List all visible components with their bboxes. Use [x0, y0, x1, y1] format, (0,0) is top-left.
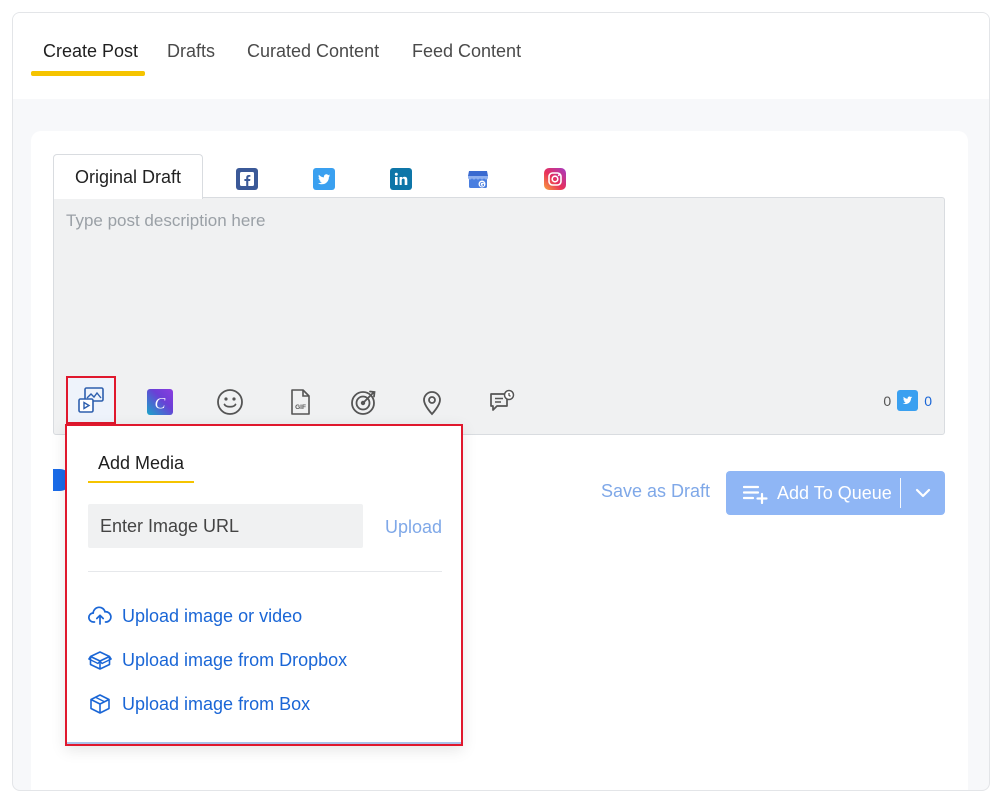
google-business-icon[interactable]: G: [467, 168, 489, 190]
top-nav: Create Post Drafts Curated Content Feed …: [13, 13, 989, 99]
upload-image-or-video[interactable]: Upload image or video: [88, 605, 302, 627]
chevron-down-icon[interactable]: [913, 483, 933, 503]
dropbox-icon: [88, 651, 112, 670]
linkedin-icon[interactable]: [390, 168, 412, 190]
box-icon: [90, 694, 110, 714]
upload-from-box-label: Upload image from Box: [122, 693, 311, 714]
active-tab-indicator: [31, 71, 145, 76]
upload-image-or-video-label: Upload image or video: [122, 605, 303, 626]
save-as-draft-button[interactable]: Save as Draft: [601, 481, 710, 502]
upload-from-dropbox[interactable]: Upload image from Dropbox: [88, 649, 347, 671]
tab-feed-content[interactable]: Feed Content: [412, 41, 521, 62]
comment-schedule-button[interactable]: [484, 384, 520, 420]
gif-button[interactable]: GIF: [282, 384, 318, 420]
add-to-queue-label: Add To Queue: [777, 482, 892, 503]
location-button[interactable]: [414, 384, 450, 420]
add-to-queue-button[interactable]: Add To Queue: [726, 471, 945, 515]
targeting-button[interactable]: [346, 384, 382, 420]
emoji-icon: [217, 389, 243, 415]
dropdown-separator: [88, 571, 442, 572]
svg-text:GIF: GIF: [295, 404, 306, 411]
media-icon: [78, 387, 104, 413]
char-count: 0: [883, 392, 892, 409]
dropdown-bottom-border: [67, 742, 461, 744]
canva-button[interactable]: C: [142, 384, 178, 420]
svg-text:C: C: [155, 396, 166, 413]
facebook-icon[interactable]: [236, 168, 258, 190]
upload-from-dropbox-label: Upload image from Dropbox: [122, 649, 348, 670]
post-description-placeholder: Type post description here: [66, 211, 266, 230]
canva-icon: C: [147, 389, 173, 415]
tab-drafts[interactable]: Drafts: [167, 41, 215, 62]
tab-curated-content[interactable]: Curated Content: [247, 41, 379, 62]
target-icon: [351, 390, 376, 415]
tab-original-draft[interactable]: Original Draft: [53, 154, 203, 199]
upload-from-box[interactable]: Upload image from Box: [88, 693, 310, 715]
comment-schedule-icon: [490, 389, 515, 411]
twitter-small-icon: [897, 390, 919, 411]
twitter-count: 0: [924, 392, 932, 409]
svg-text:G: G: [480, 182, 485, 188]
add-media-underline: [88, 481, 194, 483]
emoji-button[interactable]: [212, 384, 248, 420]
instagram-icon[interactable]: [544, 168, 566, 190]
button-divider: [900, 478, 901, 508]
twitter-icon[interactable]: [313, 168, 335, 190]
gif-icon: GIF: [291, 389, 310, 415]
location-icon: [423, 391, 441, 416]
add-media-dropdown: Add Media Upload Upload image or video U…: [65, 424, 463, 746]
image-url-input[interactable]: [88, 504, 363, 548]
character-counter: 0 0: [883, 390, 932, 411]
upload-url-button[interactable]: Upload: [385, 517, 442, 538]
cloud-upload-icon: [88, 606, 112, 625]
media-button[interactable]: [66, 376, 116, 424]
post-editor[interactable]: Type post description here C GIF 0 0: [53, 197, 945, 435]
add-media-title: Add Media: [98, 453, 185, 473]
queue-add-icon: [743, 485, 768, 504]
tab-create-post[interactable]: Create Post: [43, 41, 138, 62]
